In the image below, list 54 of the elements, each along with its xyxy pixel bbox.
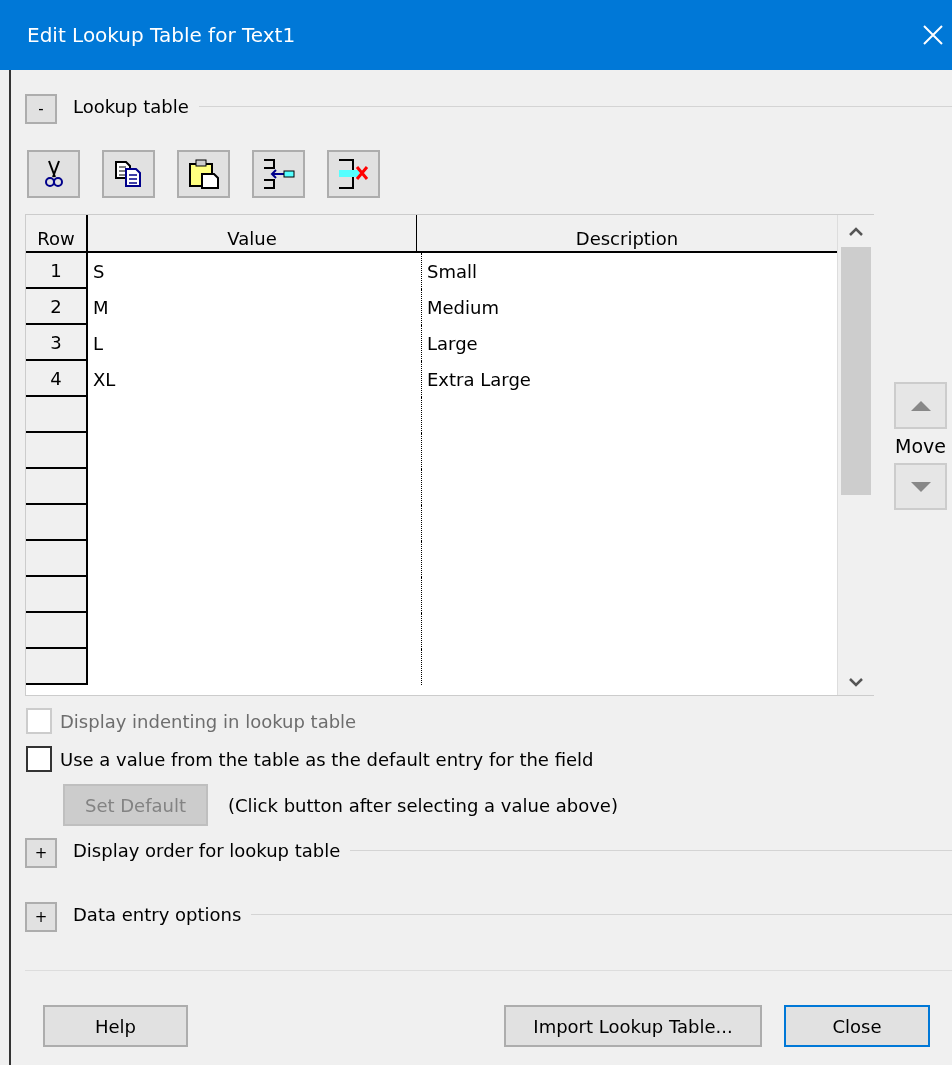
scissors-icon xyxy=(43,159,64,189)
row-header xyxy=(26,613,88,649)
paste-button[interactable] xyxy=(177,150,230,198)
copy-button[interactable] xyxy=(102,150,155,198)
checkbox[interactable] xyxy=(26,746,52,772)
close-icon[interactable] xyxy=(922,24,944,46)
row-number: 1 xyxy=(26,253,88,289)
row-number: 4 xyxy=(26,361,88,397)
row-number: 3 xyxy=(26,325,88,361)
table-cell[interactable]: L xyxy=(88,325,422,361)
row-header xyxy=(26,649,88,685)
delete-row-icon xyxy=(336,158,371,190)
copy-icon xyxy=(113,159,144,189)
row-header xyxy=(26,541,88,577)
insert-button[interactable] xyxy=(252,150,305,198)
row-number: 2 xyxy=(26,289,88,325)
table-cell[interactable]: S xyxy=(88,253,422,289)
cut-button[interactable] xyxy=(27,150,80,198)
expand-toggle[interactable]: - xyxy=(25,94,57,124)
dialog-button[interactable]: Close xyxy=(784,1005,930,1047)
row-header xyxy=(26,469,88,505)
checkbox-label: Use a value from the table as the default entry for the field xyxy=(60,748,594,770)
table-cell[interactable]: Small xyxy=(422,253,838,289)
triangle-down-icon xyxy=(909,480,932,493)
delete-button[interactable] xyxy=(327,150,380,198)
row-header xyxy=(26,433,88,469)
column-header[interactable]: Row xyxy=(26,215,88,251)
chevron-up-icon[interactable] xyxy=(849,227,863,237)
row-header xyxy=(26,577,88,613)
vertical-scrollbar[interactable] xyxy=(837,215,874,695)
move-label: Move xyxy=(895,435,946,457)
expand-toggle[interactable]: + xyxy=(25,902,57,932)
row-header xyxy=(26,505,88,541)
table-cell[interactable]: M xyxy=(88,289,422,325)
clipboard-icon xyxy=(187,158,220,190)
table-cell[interactable]: XL xyxy=(88,361,422,397)
checkbox-label: Display indenting in lookup table xyxy=(60,710,357,732)
column-header[interactable]: Description xyxy=(417,215,838,251)
triangle-up-icon xyxy=(909,399,932,412)
section-label: Data entry options xyxy=(73,903,242,925)
section-label: Display order for lookup table xyxy=(73,839,341,861)
insert-row-icon xyxy=(261,158,296,190)
dialog-button[interactable]: Import Lookup Table... xyxy=(504,1005,762,1047)
expand-toggle[interactable]: + xyxy=(25,838,57,868)
table-cell[interactable]: Medium xyxy=(422,289,838,325)
table-cell[interactable]: Extra Large xyxy=(422,361,838,397)
table-cell[interactable]: Large xyxy=(422,325,838,361)
chevron-down-icon[interactable] xyxy=(849,677,863,687)
row-header xyxy=(26,397,88,433)
hint-text: (Click button after selecting a value above) xyxy=(228,794,618,816)
dialog-button[interactable]: Help xyxy=(43,1005,188,1047)
column-header[interactable]: Value xyxy=(88,215,417,251)
window-title: Edit Lookup Table for Text1 xyxy=(27,23,296,47)
section-label: Lookup table xyxy=(73,95,189,117)
